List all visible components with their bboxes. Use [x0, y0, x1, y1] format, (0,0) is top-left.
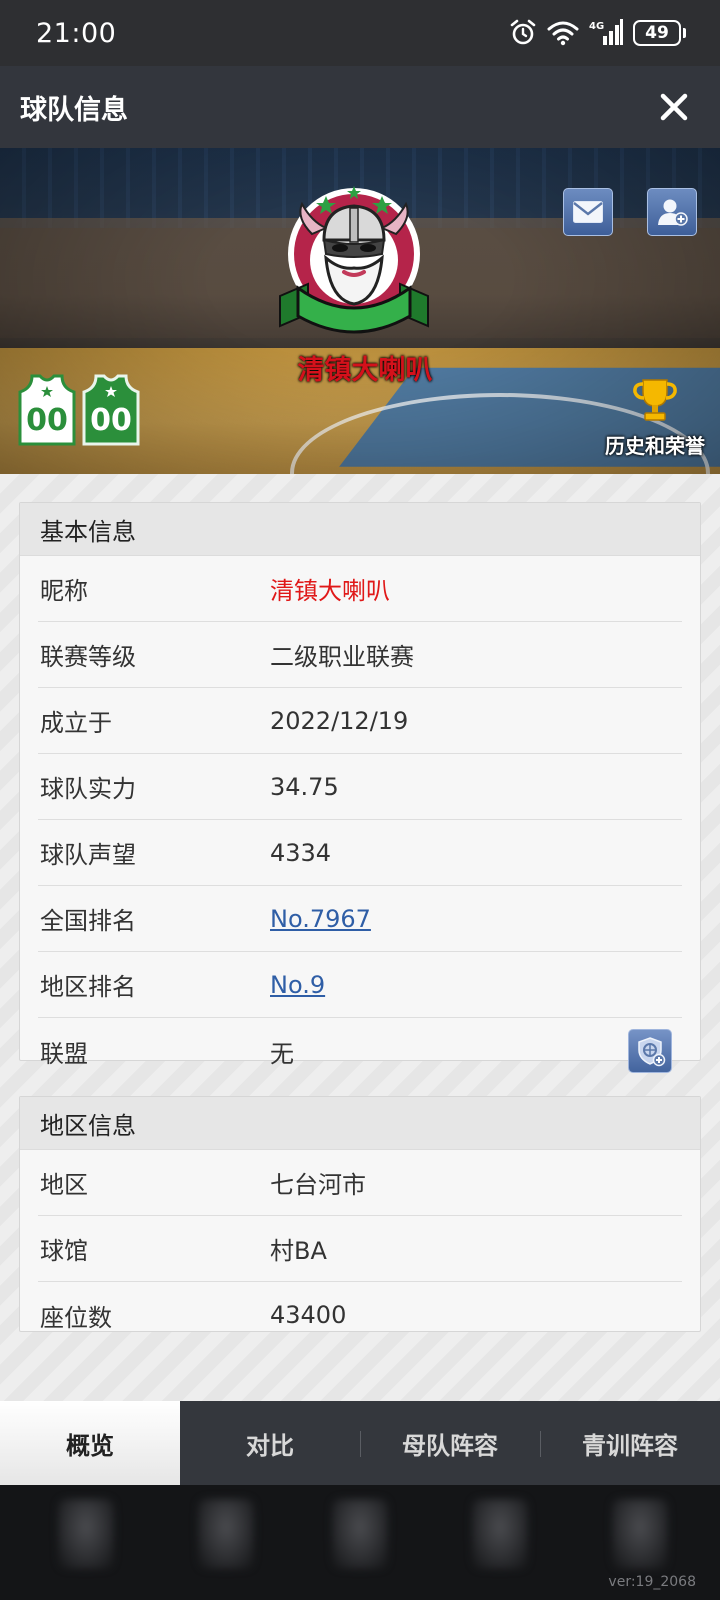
history-honor-button[interactable]: 历史和荣誉 [590, 376, 720, 459]
away-jersey-icon: 00 [82, 374, 140, 446]
tab-divider [540, 1431, 541, 1457]
join-alliance-button[interactable] [628, 1029, 672, 1073]
section-tabs: 概览 对比 母队阵容 青训阵容 [0, 1401, 720, 1485]
mail-icon [573, 201, 603, 223]
tab-divider [360, 1431, 361, 1457]
region-info-title: 地区信息 [20, 1097, 700, 1150]
add-friend-button[interactable] [647, 188, 697, 236]
info-row-region-rank: 地区排名 No.9 [38, 952, 682, 1018]
info-row-nickname: 昵称 清镇大喇叭 [38, 556, 682, 622]
info-row-arena: 球馆 村BA [38, 1216, 682, 1282]
home-jersey-number: 00 [26, 403, 68, 438]
info-row-seats: 座位数 43400 [38, 1282, 682, 1348]
close-button[interactable] [654, 87, 694, 127]
tab-youth-roster[interactable]: 青训阵容 [540, 1401, 720, 1485]
row-label: 座位数 [40, 1303, 112, 1332]
content-area: 基本信息 昵称 清镇大喇叭 联赛等级 二级职业联赛 成立于 2022/12/19… [0, 474, 720, 1401]
battery-level: 49 [633, 20, 681, 46]
team-hero-banner: 清镇大喇叭 00 00 历史和荣誉 [0, 148, 720, 474]
row-label: 联赛等级 [40, 643, 136, 671]
cellular-signal-icon: 4G [589, 19, 623, 45]
status-time: 21:00 [36, 17, 117, 49]
info-row-team-strength: 球队实力 34.75 [38, 754, 682, 820]
tab-label: 母队阵容 [402, 1431, 498, 1460]
national-rank-link[interactable]: No.7967 [270, 905, 371, 933]
hero-team-name: 清镇大喇叭 [297, 355, 433, 386]
history-honor-label: 历史和荣誉 [605, 434, 705, 458]
league-level-value: 二级职业联赛 [270, 643, 414, 671]
row-label: 全国排名 [40, 907, 136, 935]
tab-label: 青训阵容 [582, 1431, 678, 1460]
basic-info-title: 基本信息 [20, 503, 700, 556]
nav-item-blurred [198, 1499, 254, 1569]
row-label: 地区 [40, 1171, 88, 1199]
region-value: 七台河市 [270, 1171, 366, 1199]
basic-info-card: 基本信息 昵称 清镇大喇叭 联赛等级 二级职业联赛 成立于 2022/12/19… [19, 502, 701, 1073]
row-label: 球队实力 [40, 775, 136, 803]
alliance-add-icon [638, 1037, 666, 1067]
status-bar: 21:00 4G 49 [0, 0, 720, 66]
tab-compare[interactable]: 对比 [180, 1401, 360, 1485]
version-label: ver:19_2068 [608, 1574, 696, 1590]
info-row-region: 地区 七台河市 [38, 1150, 682, 1216]
row-label: 成立于 [40, 709, 112, 737]
info-row-alliance: 联盟 无 [38, 1018, 682, 1084]
trophy-icon [633, 379, 677, 421]
nav-item-blurred [58, 1499, 114, 1569]
away-jersey-number: 00 [90, 403, 132, 438]
message-button[interactable] [563, 188, 613, 236]
close-icon [660, 93, 688, 121]
seats-value: 43400 [270, 1301, 347, 1329]
info-row-national-rank: 全国排名 No.7967 [38, 886, 682, 952]
row-label: 球馆 [40, 1237, 88, 1265]
tab-main-roster[interactable]: 母队阵容 [360, 1401, 540, 1485]
tab-label: 概览 [66, 1431, 114, 1460]
nav-item-blurred [612, 1499, 668, 1569]
arena-value: 村BA [270, 1237, 327, 1265]
row-label: 昵称 [40, 577, 88, 605]
home-jersey-icon: 00 [18, 374, 76, 446]
network-type: 4G [589, 21, 604, 32]
wifi-icon [547, 21, 579, 46]
battery-tip [683, 28, 686, 38]
nav-item-blurred [472, 1499, 528, 1569]
info-row-reputation: 球队声望 4334 [38, 820, 682, 886]
founded-value: 2022/12/19 [270, 706, 409, 735]
status-icons: 4G 49 [509, 19, 686, 47]
page-header: 球队信息 [0, 66, 720, 148]
nav-item-blurred [332, 1499, 388, 1569]
tab-overview[interactable]: 概览 [0, 1401, 180, 1485]
info-row-league-level: 联赛等级 二级职业联赛 [38, 622, 682, 688]
team-strength-value: 34.75 [270, 772, 339, 801]
alarm-icon [510, 19, 536, 45]
alliance-value: 无 [270, 1039, 294, 1068]
battery-icon: 49 [633, 20, 686, 46]
nickname-value: 清镇大喇叭 [270, 577, 390, 605]
region-rank-link[interactable]: No.9 [270, 971, 325, 999]
info-row-founded: 成立于 2022/12/19 [38, 688, 682, 754]
row-label: 球队声望 [40, 841, 136, 869]
add-user-icon [658, 199, 688, 226]
row-label: 联盟 [40, 1039, 88, 1068]
tab-label: 对比 [246, 1431, 294, 1460]
reputation-value: 4334 [270, 838, 332, 867]
page-title: 球队信息 [20, 94, 128, 126]
team-logo [279, 186, 429, 334]
region-info-card: 地区信息 地区 七台河市 球馆 村BA 座位数 43400 [19, 1096, 701, 1332]
bottom-navigation-blurred: ver:19_2068 [0, 1485, 720, 1600]
row-label: 地区排名 [40, 973, 136, 1001]
